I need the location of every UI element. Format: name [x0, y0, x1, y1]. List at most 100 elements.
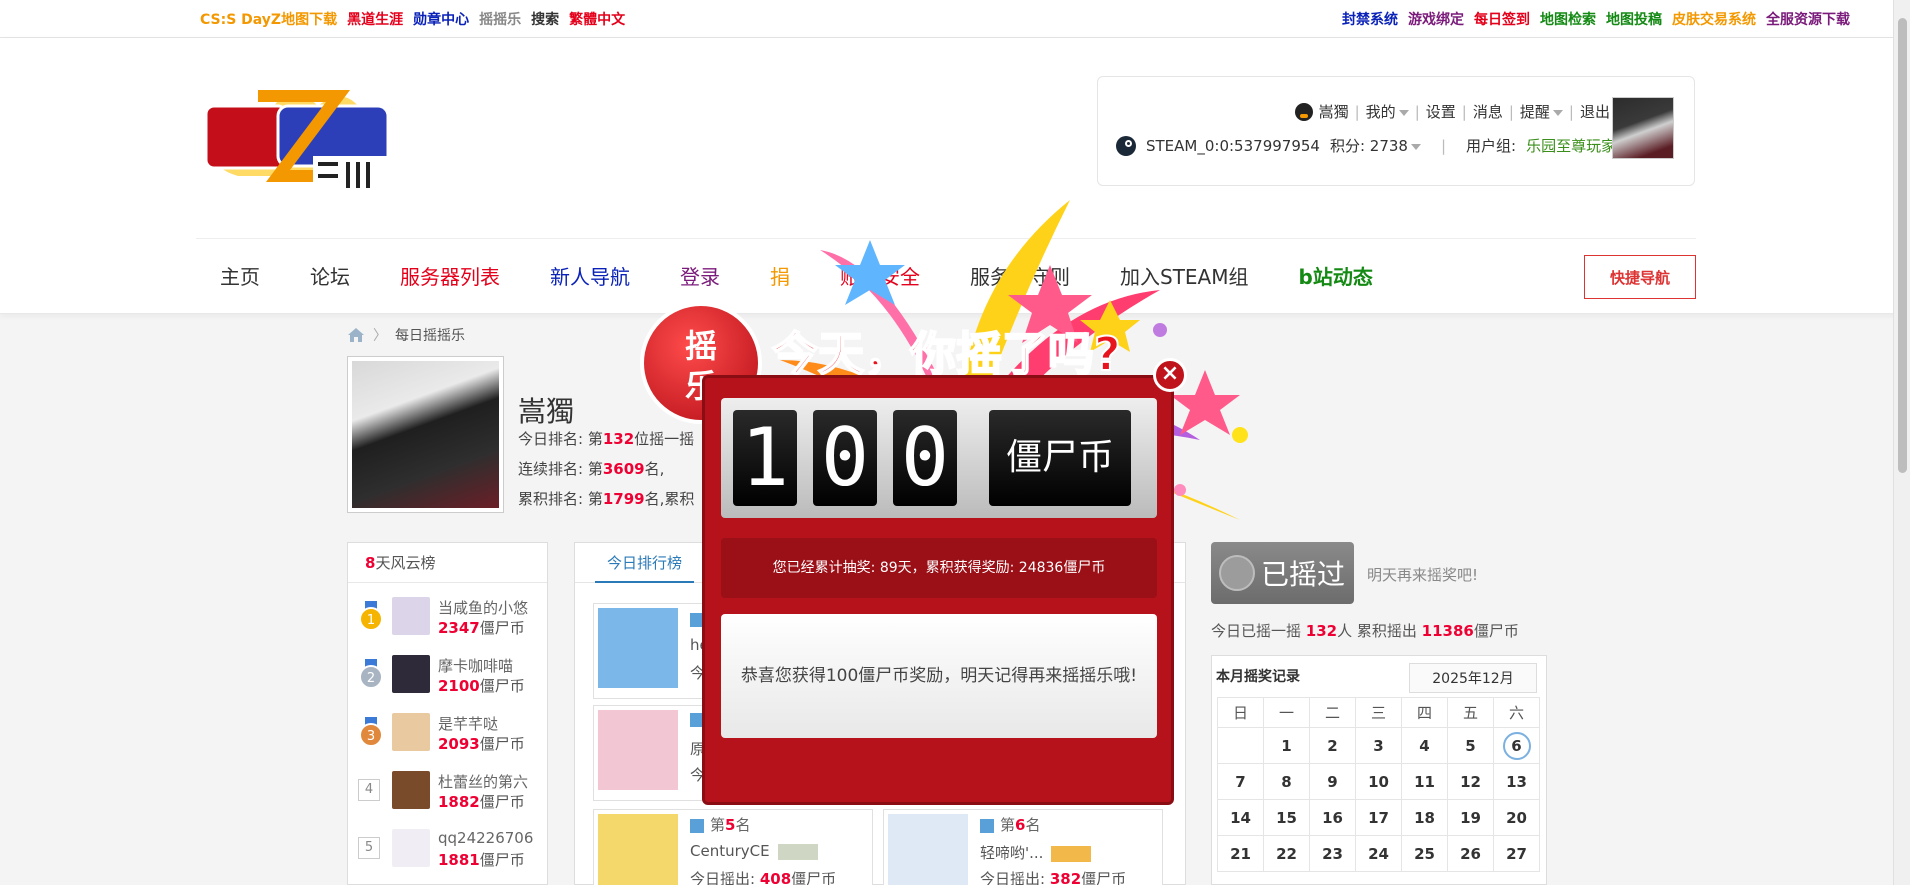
top-left-link[interactable]: 搜索 [531, 9, 559, 29]
leaderboard-avatar[interactable] [392, 771, 430, 809]
menu-settings[interactable]: 设置 [1426, 101, 1456, 122]
quick-nav-button[interactable]: 快捷导航 [1584, 255, 1696, 299]
medal-icon: 1 [358, 601, 384, 631]
scrollbar-thumb[interactable] [1898, 18, 1907, 473]
home-icon[interactable] [347, 327, 365, 343]
top-left-link[interactable]: 繁體中文 [569, 9, 625, 29]
nav-item[interactable]: b站动态 [1299, 261, 1373, 290]
profile-avatar [347, 356, 504, 513]
leaderboard-name[interactable]: 摩卡咖啡喵 [438, 655, 513, 676]
leaderboard-name[interactable]: qq24226706 [438, 829, 533, 847]
top-right-link[interactable]: 游戏绑定 [1408, 9, 1464, 29]
steam-icon [1116, 135, 1136, 156]
top-left-link[interactable]: 黑道生涯 [347, 9, 403, 29]
user-icon [690, 818, 704, 833]
rank-card[interactable]: 第5名 CenturyCE 今日摇出: 408僵尸币 [593, 809, 873, 885]
leaderboard-name[interactable]: 当咸鱼的小悠 [438, 597, 528, 618]
reward-summary: 您已经累计抽奖: 89天，累积获得奖励: 24836僵尸币 [721, 538, 1157, 598]
menu-logout[interactable]: 退出 [1580, 101, 1610, 122]
rank-card-avatar[interactable] [888, 814, 968, 885]
top-left-link[interactable]: CS:S DayZ地图下载 [200, 9, 337, 29]
caret-down-icon [1398, 109, 1409, 116]
leaderboard-item[interactable]: 4 杜蕾丝的第六 1882僵尸币 [356, 765, 540, 815]
calendar-day[interactable]: 21 [1217, 835, 1264, 872]
top-right-link[interactable]: 每日签到 [1474, 9, 1530, 29]
calendar-day[interactable]: 13 [1493, 763, 1540, 800]
leaderboard-item[interactable]: 5 qq24226706 1881僵尸币 [356, 823, 540, 873]
calendar-day[interactable]: 26 [1447, 835, 1494, 872]
nav-item[interactable]: 新人导航 [550, 261, 630, 290]
calendar-day[interactable]: 27 [1493, 835, 1540, 872]
calendar-day[interactable]: 12 [1447, 763, 1494, 800]
calendar-day[interactable]: 18 [1401, 799, 1448, 836]
nav-item[interactable]: 论坛 [310, 261, 350, 290]
top-links-right: 封禁系统 游戏绑定 每日签到 地图检索 地图投稿 皮肤交易系统 全服资源下载 [1342, 0, 1850, 38]
leaderboard-item[interactable]: 3 是芊芊哒 2093僵尸币 [356, 707, 540, 757]
user-group-label: 用户组: [1466, 137, 1517, 155]
caret-down-icon [1410, 143, 1421, 150]
rank-card-name[interactable]: 轻啼哟'... [980, 842, 1092, 863]
calendar-day[interactable]: 9 [1309, 763, 1356, 800]
calendar-day[interactable]: 10 [1355, 763, 1402, 800]
calendar-day[interactable]: 23 [1309, 835, 1356, 872]
top-left-link[interactable]: 摇摇乐 [479, 9, 521, 29]
steam-id: STEAM_0:0:537997954 [1146, 136, 1320, 155]
calendar-day[interactable]: 16 [1309, 799, 1356, 836]
avatar[interactable] [1612, 97, 1674, 159]
leaderboard-item[interactable]: 1 当咸鱼的小悠 2347僵尸币 [356, 591, 540, 641]
leaderboard-name[interactable]: 是芊芊哒 [438, 713, 498, 734]
calendar-day[interactable]: 11 [1401, 763, 1448, 800]
medal-rank: 3 [367, 729, 375, 744]
calendar-day[interactable]: 24 [1355, 835, 1402, 872]
calendar-day[interactable]: 2 [1309, 727, 1356, 764]
top-right-link[interactable]: 封禁系统 [1342, 9, 1398, 29]
leaderboard-avatar[interactable] [392, 713, 430, 751]
calendar-day[interactable]: 5 [1447, 727, 1494, 764]
calendar-day[interactable]: 19 [1447, 799, 1494, 836]
menu-reminders[interactable]: 提醒 [1520, 101, 1563, 122]
medal-icon: 3 [358, 717, 384, 747]
close-icon[interactable]: × [1153, 358, 1187, 392]
rank-number-box: 4 [358, 779, 380, 801]
leaderboard-avatar[interactable] [392, 655, 430, 693]
caret-down-icon [1552, 109, 1563, 116]
today-marker: 6 [1502, 731, 1531, 760]
leaderboard-title: 8天风云榜 [348, 543, 547, 583]
leaderboard-item[interactable]: 2 摩卡咖啡喵 2100僵尸币 [356, 649, 540, 699]
reward-modal: 1 0 0 僵尸币 您已经累计抽奖: 89天，累积获得奖励: 24836僵尸币 … [702, 375, 1174, 805]
reward-message: 恭喜您获得100僵尸币奖励，明天记得再来摇摇乐哦! [721, 614, 1157, 738]
points-menu[interactable]: 积分: 2738 [1330, 135, 1421, 156]
weekday-header: 四 [1401, 697, 1448, 728]
rank-card-rank: 第6名 [980, 814, 1040, 835]
menu-my[interactable]: 我的 [1366, 101, 1409, 122]
calendar-day[interactable]: 4 [1401, 727, 1448, 764]
leaderboard-avatar[interactable] [392, 597, 430, 635]
calendar-day[interactable]: 3 [1355, 727, 1402, 764]
top-right-link[interactable]: 全服资源下载 [1766, 9, 1850, 29]
page-scrollbar[interactable] [1893, 0, 1910, 885]
calendar-day[interactable]: 17 [1355, 799, 1402, 836]
rank-card-avatar[interactable] [598, 814, 678, 885]
calendar-day[interactable]: 6 [1493, 727, 1540, 764]
top-right-link[interactable]: 皮肤交易系统 [1672, 9, 1756, 29]
top-right-link[interactable]: 地图投稿 [1606, 9, 1662, 29]
calendar-day[interactable]: 22 [1263, 835, 1310, 872]
calendar-day[interactable]: 20 [1493, 799, 1540, 836]
reward-unit: 僵尸币 [989, 410, 1131, 506]
site-logo[interactable] [198, 76, 398, 194]
menu-messages[interactable]: 消息 [1473, 101, 1503, 122]
nav-item[interactable]: 服务器列表 [400, 261, 500, 290]
leaderboard-avatar[interactable] [392, 829, 430, 867]
leaderboard-name[interactable]: 杜蕾丝的第六 [438, 771, 528, 792]
reward-digit: 0 [893, 410, 957, 506]
leaderboard-coins: 2347僵尸币 [438, 619, 525, 637]
rank-card[interactable]: 第6名 轻啼哟'... 今日摇出: 382僵尸币 [883, 809, 1163, 885]
top-left-link[interactable]: 勋章中心 [413, 9, 469, 29]
username-link[interactable]: 嵩獨 [1319, 101, 1349, 122]
rank-card-name[interactable]: CenturyCE [690, 842, 818, 860]
calendar-month-select[interactable]: 2025年12月 [1409, 663, 1537, 693]
leaderboard-coins: 1882僵尸币 [438, 793, 525, 811]
top-right-link[interactable]: 地图检索 [1540, 9, 1596, 29]
nav-item[interactable]: 主页 [220, 261, 260, 290]
calendar-day[interactable]: 25 [1401, 835, 1448, 872]
